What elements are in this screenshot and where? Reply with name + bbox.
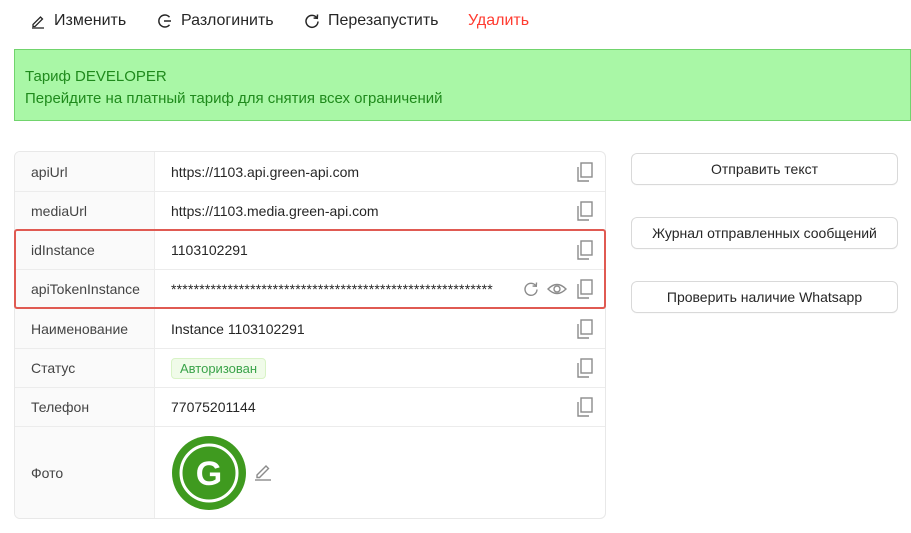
row-label: apiTokenInstance (15, 270, 155, 308)
row-label: Статус (15, 349, 155, 387)
edit-label: Изменить (54, 12, 127, 29)
tariff-banner: Тариф DEVELOPER Перейдите на платный тар… (14, 49, 911, 121)
row-value: 1103102291 (171, 242, 248, 258)
copy-icon[interactable] (577, 397, 593, 422)
status-badge: Авторизован (171, 357, 267, 379)
copy-icon[interactable] (577, 161, 593, 187)
row-value: https://1103.media.green-api.com (171, 203, 379, 219)
toolbar: Изменить Разлогинить Перезапустить Удали… (0, 0, 911, 42)
row-photo: Фото G (15, 427, 605, 518)
row-value: Авторизован (171, 349, 605, 387)
send-text-button[interactable]: Отправить текст (631, 153, 898, 185)
row-value: ****************************************… (171, 281, 493, 297)
restart-button[interactable]: Перезапустить (304, 10, 439, 32)
check-whatsapp-button[interactable]: Проверить наличие Whatsapp (631, 281, 898, 313)
copy-icon[interactable] (577, 318, 593, 344)
refresh-icon[interactable] (523, 281, 539, 302)
journal-button[interactable]: Журнал отправленных сообщений (631, 217, 898, 249)
row-phone: Телефон 77075201144 (15, 388, 605, 427)
eye-icon[interactable] (547, 281, 567, 302)
row-apiurl: apiUrl https://1103.api.green-api.com (15, 152, 605, 192)
row-label: idInstance (15, 231, 155, 269)
restart-label: Перезапустить (328, 12, 439, 29)
instance-info-card: apiUrl https://1103.api.green-api.com me… (14, 151, 606, 519)
delete-button[interactable]: Удалить (468, 10, 529, 32)
logout-icon (157, 13, 173, 29)
row-label: Наименование (15, 309, 155, 348)
copy-icon[interactable] (577, 358, 593, 383)
pencil-icon (30, 13, 46, 29)
copy-icon[interactable] (577, 240, 593, 265)
row-label: Фото (15, 427, 155, 518)
row-label: Телефон (15, 388, 155, 426)
row-status: Статус Авторизован (15, 349, 605, 388)
edit-button[interactable]: Изменить (30, 10, 126, 32)
row-value: https://1103.api.green-api.com (171, 163, 360, 180)
row-value: 77075201144 (171, 399, 256, 415)
edit-avatar-icon[interactable] (253, 461, 273, 486)
copy-icon[interactable] (577, 279, 593, 304)
row-label: apiUrl (15, 152, 155, 191)
avatar: G (171, 435, 247, 516)
banner-text: Перейдите на платный тариф для снятия вс… (25, 90, 443, 107)
copy-icon[interactable] (577, 201, 593, 226)
delete-label: Удалить (468, 12, 530, 29)
row-idinstance: idInstance 1103102291 (15, 231, 605, 270)
row-name: Наименование Instance 1103102291 (15, 309, 605, 349)
logout-button[interactable]: Разлогинить (157, 10, 274, 32)
avatar-letter: G (196, 455, 222, 493)
row-apitokeninstance: apiTokenInstance ***********************… (15, 270, 605, 309)
banner-title: Тариф DEVELOPER (25, 68, 167, 85)
reload-icon (304, 13, 320, 29)
logout-label: Разлогинить (181, 12, 274, 29)
row-label: mediaUrl (15, 192, 155, 230)
row-value: Instance 1103102291 (171, 320, 305, 337)
row-mediaurl: mediaUrl https://1103.media.green-api.co… (15, 192, 605, 231)
